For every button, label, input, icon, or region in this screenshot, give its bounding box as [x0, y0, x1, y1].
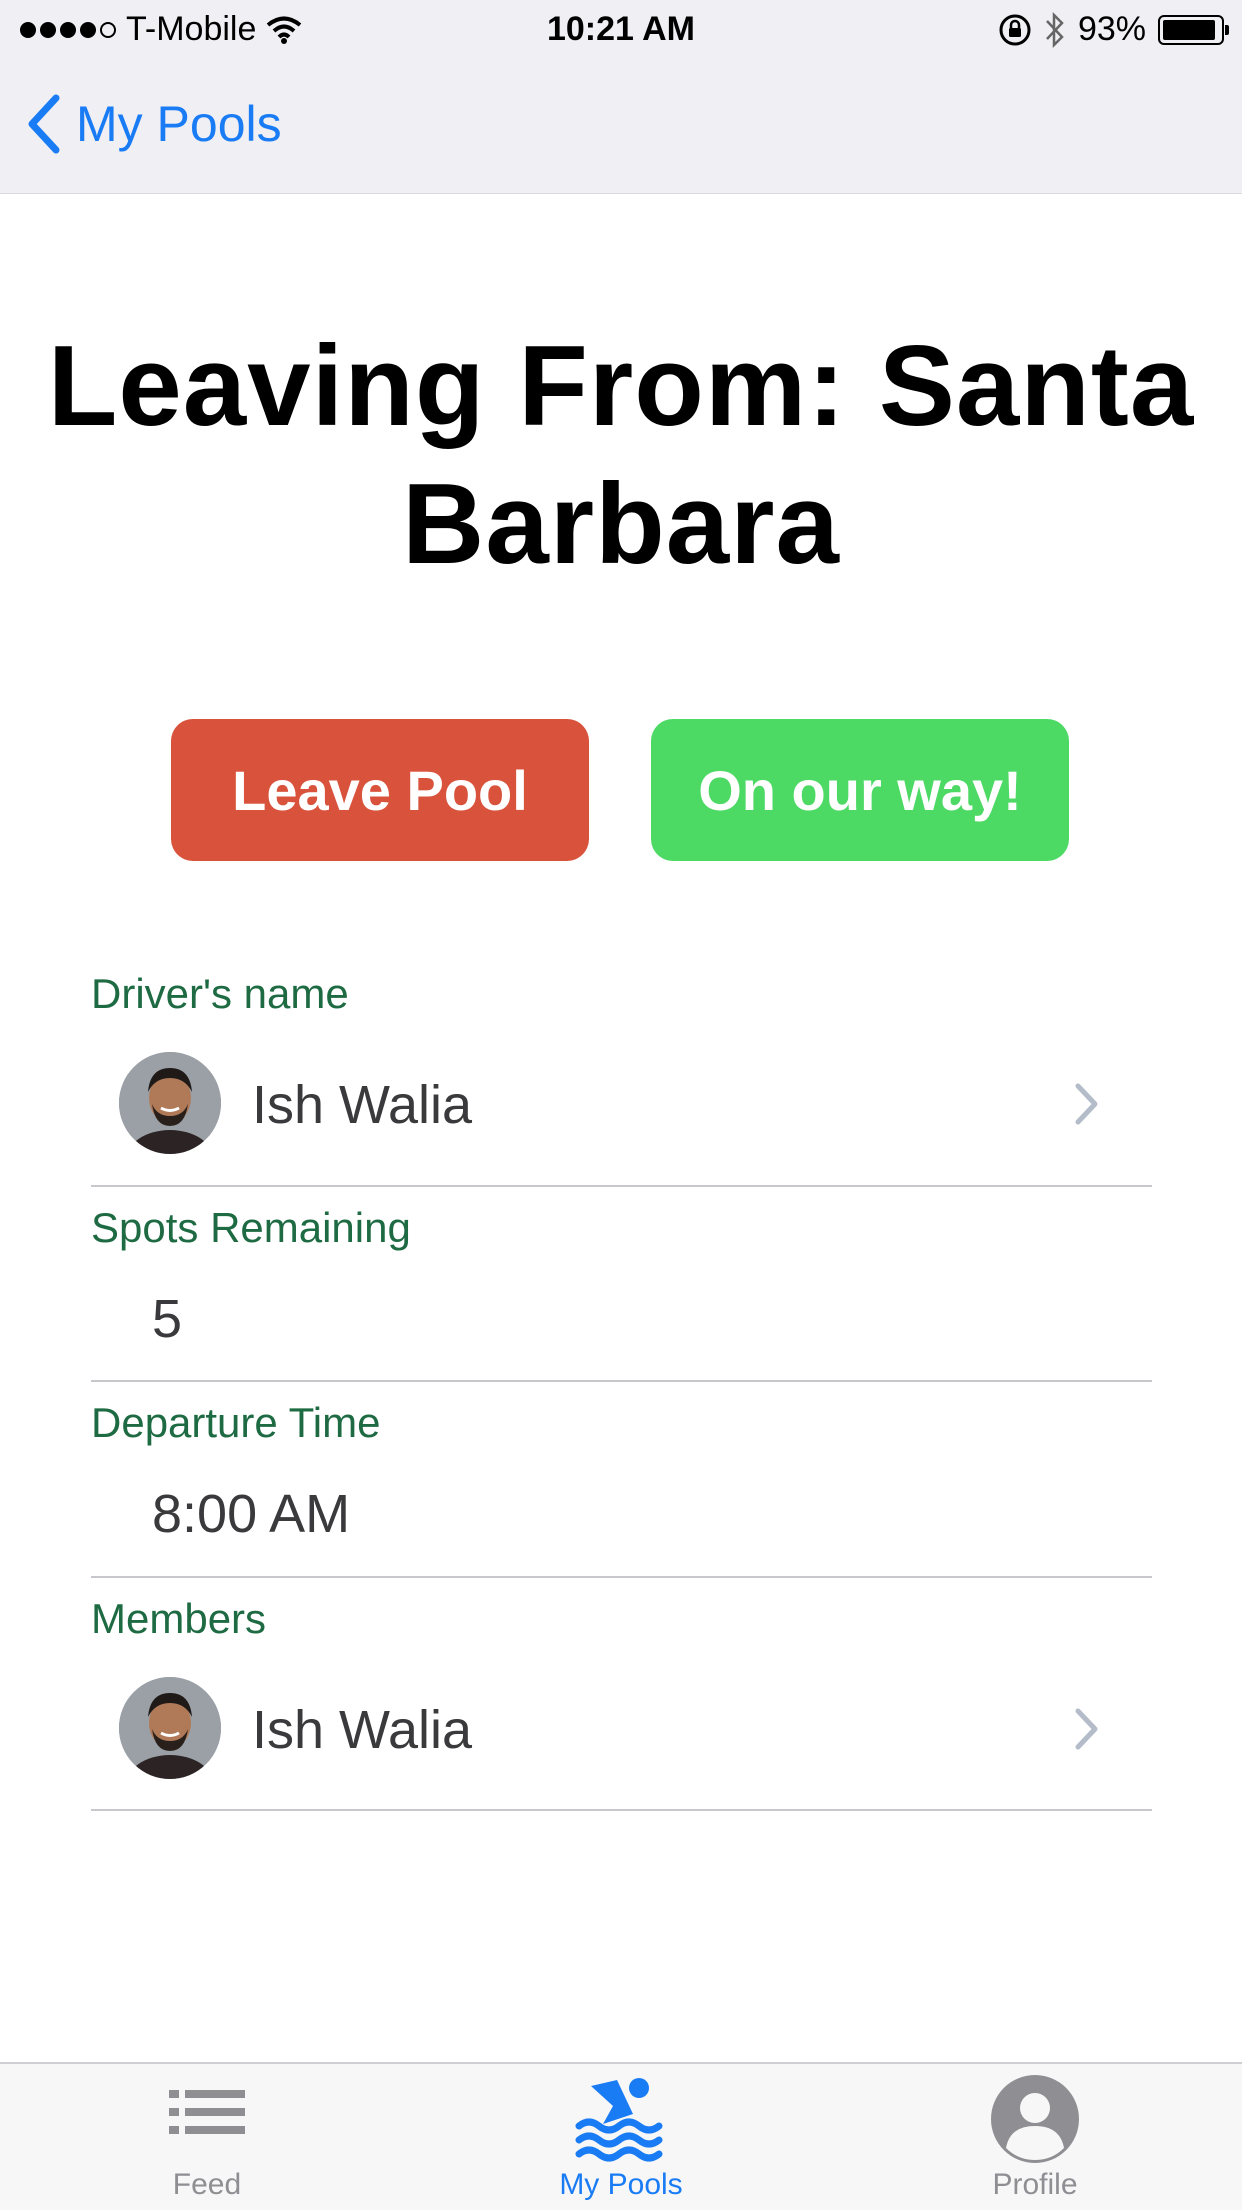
battery-fill: [1163, 19, 1216, 40]
member-row[interactable]: Ish Walia: [91, 1655, 1152, 1811]
tab-feed[interactable]: Feed: [0, 2064, 414, 2210]
bluetooth-icon: [1046, 11, 1064, 48]
tab-profile-label: Profile: [992, 2168, 1078, 2201]
chevron-left-icon: [28, 94, 60, 154]
tab-bar: Feed My Pools Profile: [0, 2062, 1242, 2210]
back-button[interactable]: My Pools: [26, 94, 282, 154]
tab-my-pools[interactable]: My Pools: [414, 2064, 828, 2210]
tab-profile[interactable]: Profile: [828, 2064, 1242, 2210]
driver-section-label: Driver's name: [91, 970, 349, 1017]
status-right: 93%: [998, 10, 1229, 49]
chevron-right-icon: [1075, 1708, 1098, 1750]
driver-row[interactable]: Ish Walia: [91, 1030, 1152, 1187]
swimmer-icon: [575, 2078, 663, 2162]
spots-row: 5: [91, 1264, 1152, 1382]
back-label: My Pools: [76, 96, 282, 152]
status-bar: T-Mobile 10:21 AM 93%: [0, 0, 1242, 62]
tab-feed-label: Feed: [172, 2168, 242, 2201]
spots-section-label: Spots Remaining: [91, 1204, 411, 1251]
driver-avatar: [119, 1052, 221, 1154]
leave-pool-button[interactable]: Leave Pool: [171, 719, 589, 861]
member-avatar: [119, 1677, 221, 1779]
navigation-bar: My Pools: [0, 62, 1242, 194]
battery-icon: [1158, 14, 1229, 45]
driver-name: Ish Walia: [252, 1075, 473, 1135]
departure-section-label: Departure Time: [91, 1399, 381, 1446]
page-title: Leaving From: Santa Barbara: [47, 323, 1195, 588]
list-icon: [169, 2090, 245, 2134]
chevron-right-icon: [1075, 1083, 1098, 1125]
members-section-label: Members: [91, 1595, 267, 1642]
departure-row: 8:00 AM: [91, 1459, 1152, 1578]
rotation-lock-icon: [999, 14, 1031, 45]
spots-value: 5: [152, 1289, 183, 1349]
on-our-way-button[interactable]: On our way!: [651, 719, 1069, 861]
member-name: Ish Walia: [252, 1700, 473, 1760]
tab-my-pools-label: My Pools: [559, 2168, 683, 2201]
battery-label: 93%: [1077, 10, 1146, 48]
departure-value: 8:00 AM: [152, 1484, 351, 1544]
user-icon: [991, 2075, 1079, 2163]
